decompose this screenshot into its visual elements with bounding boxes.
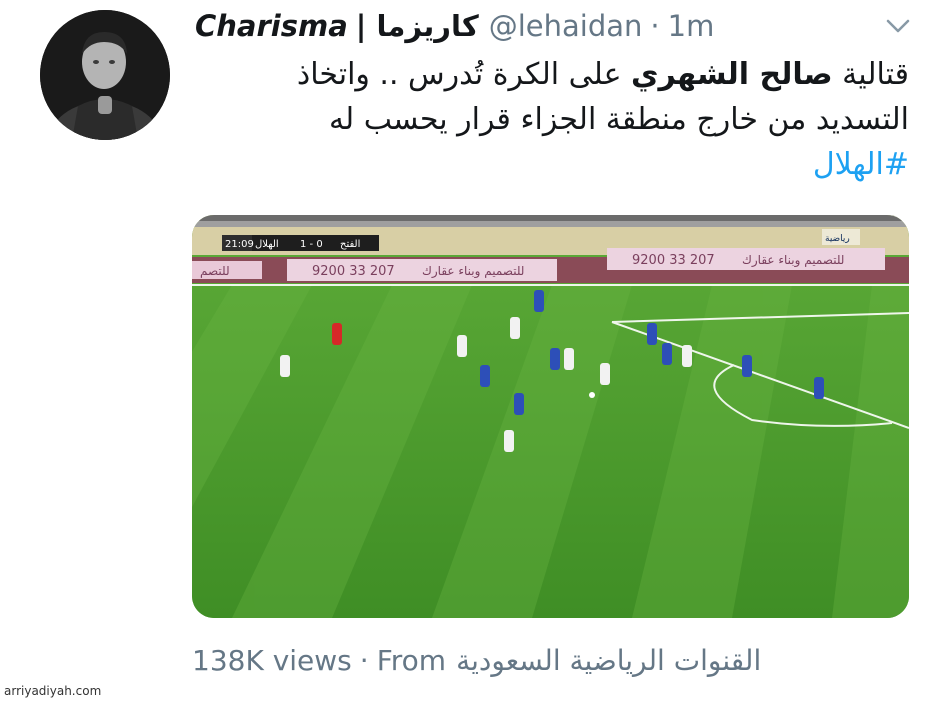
team-hilal: الهلال bbox=[255, 239, 279, 250]
tweet-text-line-1: قتالية صالح الشهري على الكرة تُدرس .. وا… bbox=[296, 57, 909, 92]
tweet-text-line-2: التسديد من خارج منطقة الجزاء قرار يحسب ل… bbox=[328, 102, 909, 137]
video-player[interactable]: للتصم 9200 33 207 للتصميم وبناء عقارك 92… bbox=[192, 215, 909, 618]
avatar[interactable] bbox=[40, 10, 170, 140]
chevron-down-icon[interactable] bbox=[880, 12, 916, 40]
from-label: From bbox=[376, 643, 447, 677]
meta-separator: · bbox=[359, 643, 369, 677]
ad-board-text-2: للتصميم وبناء عقارك bbox=[742, 253, 844, 268]
video-frame: للتصم 9200 33 207 للتصميم وبناء عقارك 92… bbox=[192, 215, 909, 618]
match-clock: 21:09 bbox=[225, 239, 254, 250]
user-handle[interactable]: @lehaidan bbox=[489, 9, 643, 43]
media-source-link[interactable]: القنوات الرياضية السعودية bbox=[456, 644, 761, 677]
scoreboard: 21:09 الهلال 1 - 0 الفتح bbox=[222, 235, 379, 251]
media-meta: 138K views · From القنوات الرياضية السعو… bbox=[192, 640, 912, 680]
site-watermark: arriyadiyah.com bbox=[4, 684, 102, 698]
tweet-time[interactable]: 1m bbox=[668, 9, 715, 43]
ad-board-text-1: للتصميم وبناء عقارك bbox=[422, 264, 524, 279]
display-name[interactable]: Charisma bbox=[195, 9, 348, 43]
hashtag-link[interactable]: #الهلال bbox=[195, 142, 909, 187]
display-name-arabic[interactable]: | كاريزما bbox=[356, 9, 479, 43]
mentioned-player: صالح الشهري bbox=[631, 57, 833, 92]
profile-photo bbox=[40, 10, 170, 140]
tweet-text: قتالية صالح الشهري على الكرة تُدرس .. وا… bbox=[195, 52, 909, 187]
tweet-header: Charisma | كاريزما @lehaidan · 1m bbox=[195, 4, 815, 48]
ad-board-phone-1: 9200 33 207 bbox=[312, 264, 395, 279]
score: 1 - 0 bbox=[300, 239, 323, 250]
svg-text:رياضية: رياضية bbox=[825, 234, 850, 244]
view-count: 138K views bbox=[192, 643, 352, 677]
broadcaster-logo: رياضية bbox=[822, 229, 860, 245]
ad-board-phone-2: 9200 33 207 bbox=[632, 253, 715, 268]
team-fateh: الفتح bbox=[340, 239, 360, 250]
ad-board-text-left: للتصم bbox=[200, 264, 230, 278]
time-separator: · bbox=[650, 9, 660, 43]
